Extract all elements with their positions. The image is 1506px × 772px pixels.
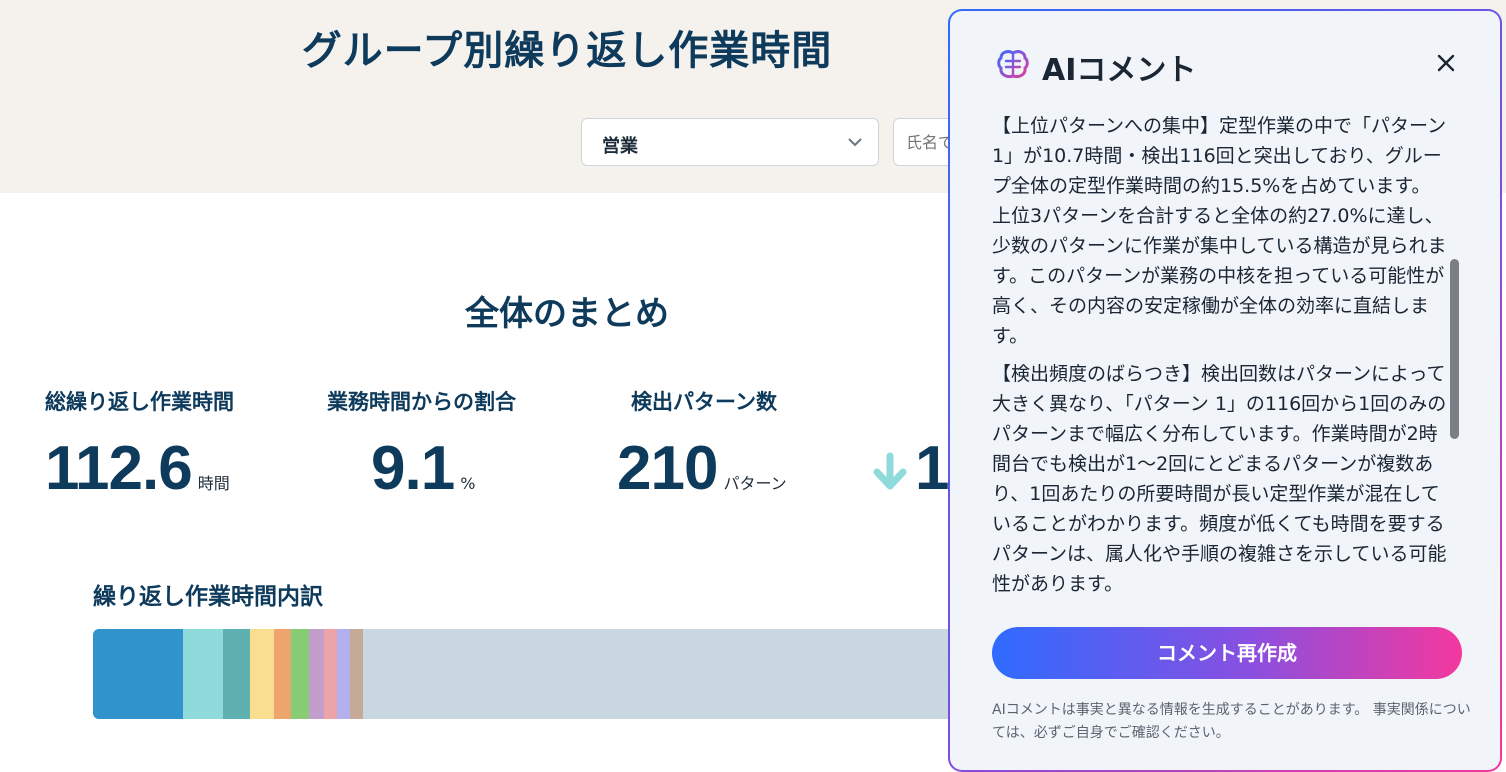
metric-label: 業務時間からの割合 [327, 390, 516, 414]
ai-comment-paragraph: 【検出頻度のばらつき】検出回数はパターンによって大きく異なり、「パターン 1」の… [992, 363, 1447, 595]
breakdown-segment-10[interactable] [349, 629, 363, 719]
close-icon [1437, 54, 1455, 72]
ai-panel-title: AIコメント [1042, 53, 1197, 88]
breakdown-segment-2[interactable] [182, 629, 223, 719]
metric-label: 検出パターン数 [631, 390, 777, 414]
breakdown-segment-5[interactable] [273, 629, 292, 719]
metric-value: 210 [617, 434, 718, 503]
group-select[interactable]: 営業 [581, 118, 879, 166]
ai-comment-paragraph: 【上位パターンへの集中】定型作業の中で「パターン 1」が10.7時間・検出116… [992, 115, 1447, 347]
scrollbar[interactable] [1450, 259, 1459, 439]
metric-unit: 時間 [197, 474, 230, 493]
chevron-down-icon [846, 133, 864, 155]
ai-comment-panel: AIコメント 【上位パターンへの集中】定型作業の中で「パターン 1」が10.7時… [948, 9, 1502, 772]
metric-value: 9.1 [371, 434, 455, 503]
metric-unit: % [460, 474, 476, 493]
breakdown-segment-6[interactable] [291, 629, 309, 719]
breakdown-segment-3[interactable] [222, 629, 250, 719]
metric-unit: パターン [723, 474, 787, 493]
ai-disclaimer: AIコメントは事実と異なる情報を生成することがあります。 事実関係については、必… [992, 702, 1471, 741]
breakdown-title: 繰り返し作業時間内訳 [93, 584, 323, 610]
metric-label: 総繰り返し作業時間 [45, 390, 234, 414]
breakdown-bar [93, 629, 963, 719]
breakdown-segment-4[interactable] [249, 629, 274, 719]
brain-icon [996, 49, 1030, 85]
metric-total-time: 総繰り返し作業時間 112.6 時間 [45, 386, 234, 503]
breakdown-segment-8[interactable] [323, 629, 337, 719]
close-button[interactable] [1434, 51, 1458, 75]
arrow-down-icon [870, 452, 910, 496]
metric-pattern-count: 検出パターン数 210 パターン [617, 386, 787, 503]
breakdown-segment-1[interactable] [93, 629, 183, 719]
group-select-value: 営業 [602, 136, 638, 157]
breakdown-segment-9[interactable] [336, 629, 350, 719]
metric-value: 112.6 [45, 434, 193, 503]
breakdown-segment-7[interactable] [308, 629, 324, 719]
regenerate-comment-button[interactable]: コメント再作成 [992, 627, 1462, 679]
metric-work-ratio: 業務時間からの割合 9.1% [327, 386, 516, 503]
metric-value: 1 [915, 434, 950, 503]
ai-comment-text: 【上位パターンへの集中】定型作業の中で「パターン 1」が10.7時間・検出116… [992, 111, 1447, 607]
